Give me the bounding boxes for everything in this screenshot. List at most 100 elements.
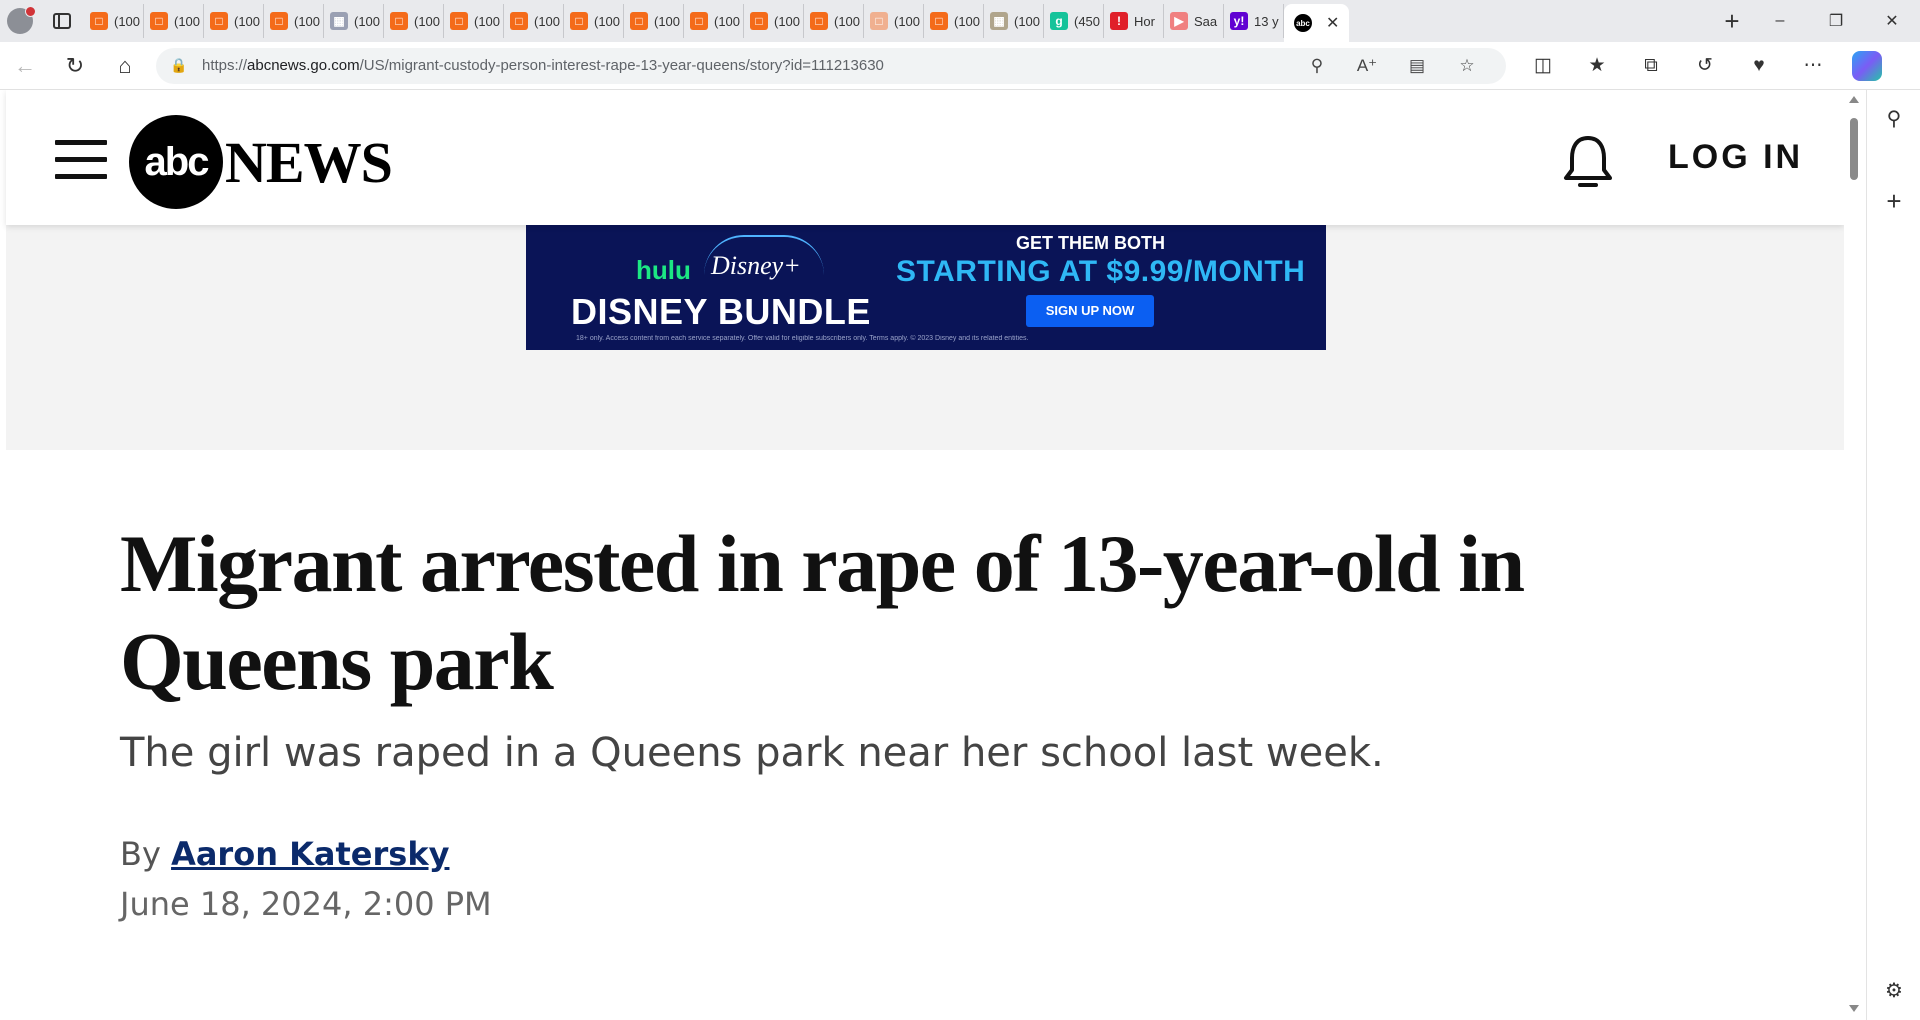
abc-logo-circle: abc — [129, 115, 223, 209]
collections-icon[interactable]: ⧉ — [1624, 55, 1678, 77]
article-subheadline: The girl was raped in a Queens park near… — [120, 730, 1384, 776]
browser-tab[interactable]: □ (100 — [204, 4, 264, 38]
favorite-star-icon[interactable]: ☆ — [1442, 56, 1492, 76]
browser-tab[interactable]: ▦ (100 — [324, 4, 384, 38]
browser-tab-label: (100 — [174, 13, 201, 29]
home-button[interactable]: ⌂ — [100, 42, 150, 90]
log-in-button[interactable]: LOG IN — [1668, 138, 1803, 177]
copilot-icon[interactable] — [1852, 50, 1882, 81]
restore-button[interactable]: ❐ — [1808, 0, 1864, 42]
split-screen-icon[interactable]: ◫ — [1516, 54, 1570, 77]
disney-bundle-ad[interactable]: hulu Disney+ DISNEY BUNDLE GET THEM BOTH… — [526, 225, 1326, 350]
browser-tab[interactable]: □ (100 — [804, 4, 864, 38]
scroll-thumb[interactable] — [1850, 118, 1858, 180]
web-page: abc NEWS LOG IN hulu Disney+ DISNEY BUND… — [0, 90, 1844, 1020]
menu-hamburger-icon[interactable] — [55, 140, 107, 180]
back-button[interactable]: ← — [0, 42, 50, 90]
grammarly-icon: g — [1050, 12, 1068, 30]
reader-icon: □ — [390, 12, 408, 30]
article-date: June 18, 2024, 2:00 PM — [120, 885, 492, 923]
read-aloud-icon[interactable]: A⁺ — [1342, 56, 1392, 76]
browser-tab-label: (100 — [894, 13, 921, 29]
ad-bundle-title: DISNEY BUNDLE — [571, 291, 871, 332]
refresh-button[interactable]: ↻ — [50, 42, 100, 90]
address-bar[interactable]: 🔒 https://abcnews.go.com/US/migrant-cust… — [156, 47, 1506, 84]
image-icon: ▦ — [990, 12, 1008, 30]
minimize-button[interactable]: – — [1752, 0, 1808, 42]
browser-tab[interactable]: □ (100 — [504, 4, 564, 38]
browser-tab-label: (100 — [954, 13, 981, 29]
ad-sign-up-button[interactable]: SIGN UP NOW — [1026, 295, 1154, 327]
browser-tab[interactable]: y! 13 y — [1224, 4, 1284, 38]
url-text[interactable]: https://abcnews.go.com/US/migrant-custod… — [202, 57, 1292, 74]
browser-tab-label: (100 — [654, 13, 681, 29]
browser-tab[interactable]: □ (100 — [684, 4, 744, 38]
window-controls: – ❐ ✕ — [1752, 0, 1920, 42]
article-byline: By Aaron Katersky — [120, 835, 449, 873]
profile-button[interactable] — [0, 0, 40, 42]
yahoo-icon: y! — [1230, 12, 1248, 30]
browser-tab[interactable]: □ (100 — [564, 4, 624, 38]
browser-tab-label: (100 — [834, 13, 861, 29]
article-headline: Migrant arrested in rape of 13-year-old … — [120, 518, 1525, 707]
browser-tab[interactable]: ▶ Saa — [1164, 4, 1224, 38]
browser-tab[interactable]: □ (100 — [384, 4, 444, 38]
browser-tab[interactable]: □ (100 — [744, 4, 804, 38]
close-tab-icon[interactable]: ✕ — [1326, 13, 1339, 33]
browser-tools: ◫ ★ ⧉ ↺ ♥ ⋯ — [1516, 54, 1840, 77]
browser-tab-label: (100 — [474, 13, 501, 29]
more-menu-icon[interactable]: ⋯ — [1786, 54, 1840, 77]
browser-tab[interactable]: □ (100 — [444, 4, 504, 38]
browser-tab-label: (100 — [114, 13, 141, 29]
browser-tab-label: Saa — [1194, 13, 1218, 29]
edge-sidebar: ⚲ + ⚙ — [1866, 90, 1920, 1020]
browser-tab[interactable]: □ (100 — [864, 4, 924, 38]
reader-icon: □ — [450, 12, 468, 30]
tab-actions-button[interactable] — [40, 0, 84, 42]
notification-bell-icon[interactable] — [1562, 132, 1614, 190]
browser-tab-label: (100 — [774, 13, 801, 29]
browser-tab[interactable]: □ (100 — [84, 4, 144, 38]
browser-tab-active[interactable]: abc ✕ — [1284, 4, 1350, 42]
browser-tab[interactable]: g (450 — [1044, 4, 1104, 38]
alert-icon: ! — [1110, 12, 1128, 30]
reader-icon: □ — [630, 12, 648, 30]
page-scrollbar[interactable] — [1844, 90, 1864, 1020]
sidebar-add-icon[interactable]: + — [1867, 186, 1920, 217]
scroll-down-arrow-icon[interactable] — [1849, 1005, 1859, 1012]
browser-tab-label: (450 — [1074, 13, 1101, 29]
lock-icon[interactable]: 🔒 — [170, 57, 188, 74]
reader-icon: □ — [570, 12, 588, 30]
sidebar-search-icon[interactable]: ⚲ — [1867, 106, 1920, 131]
ad-price: STARTING AT $9.99/MONTH — [896, 255, 1306, 288]
immersive-reader-icon[interactable]: ▤ — [1392, 56, 1442, 76]
ad-get-both: GET THEM BOTH — [1016, 233, 1165, 253]
news-wordmark: NEWS — [225, 129, 393, 195]
sidebar-settings-icon[interactable]: ⚙ — [1867, 978, 1920, 1003]
ad-hulu-logo: hulu — [636, 255, 691, 285]
history-icon[interactable]: ↺ — [1678, 54, 1732, 77]
reader-icon: □ — [930, 12, 948, 30]
browser-tab[interactable]: ▦ (100 — [984, 4, 1044, 38]
browser-tab-label: (100 — [354, 13, 381, 29]
zoom-icon[interactable]: ⚲ — [1292, 56, 1342, 76]
close-window-button[interactable]: ✕ — [1864, 0, 1920, 42]
browser-essentials-icon[interactable]: ♥ — [1732, 55, 1786, 77]
author-link[interactable]: Aaron Katersky — [171, 835, 449, 873]
favorites-icon[interactable]: ★ — [1570, 54, 1624, 77]
browser-tab-label: (100 — [1014, 13, 1041, 29]
browser-tab[interactable]: □ (100 — [144, 4, 204, 38]
abc-news-logo[interactable]: abc NEWS — [129, 115, 393, 209]
browser-tab-label: (100 — [594, 13, 621, 29]
scroll-up-arrow-icon[interactable] — [1849, 96, 1859, 103]
browser-tab[interactable]: ! Hor — [1104, 4, 1164, 38]
tab-actions-icon — [53, 13, 71, 29]
new-tab-button[interactable]: + — [1712, 6, 1752, 37]
browser-tab[interactable]: □ (100 — [624, 4, 684, 38]
browser-tab-label: (100 — [414, 13, 441, 29]
browser-tab[interactable]: □ (100 — [264, 4, 324, 38]
browser-tab-bar: □ (100 □ (100 □ (100 □ (100 ▦ (100 □ (100 □ (100 □ (100… — [0, 0, 1920, 42]
abc-icon: abc — [1294, 14, 1312, 32]
browser-tab[interactable]: □ (100 — [924, 4, 984, 38]
ad-band: hulu Disney+ DISNEY BUNDLE GET THEM BOTH… — [6, 225, 1844, 450]
